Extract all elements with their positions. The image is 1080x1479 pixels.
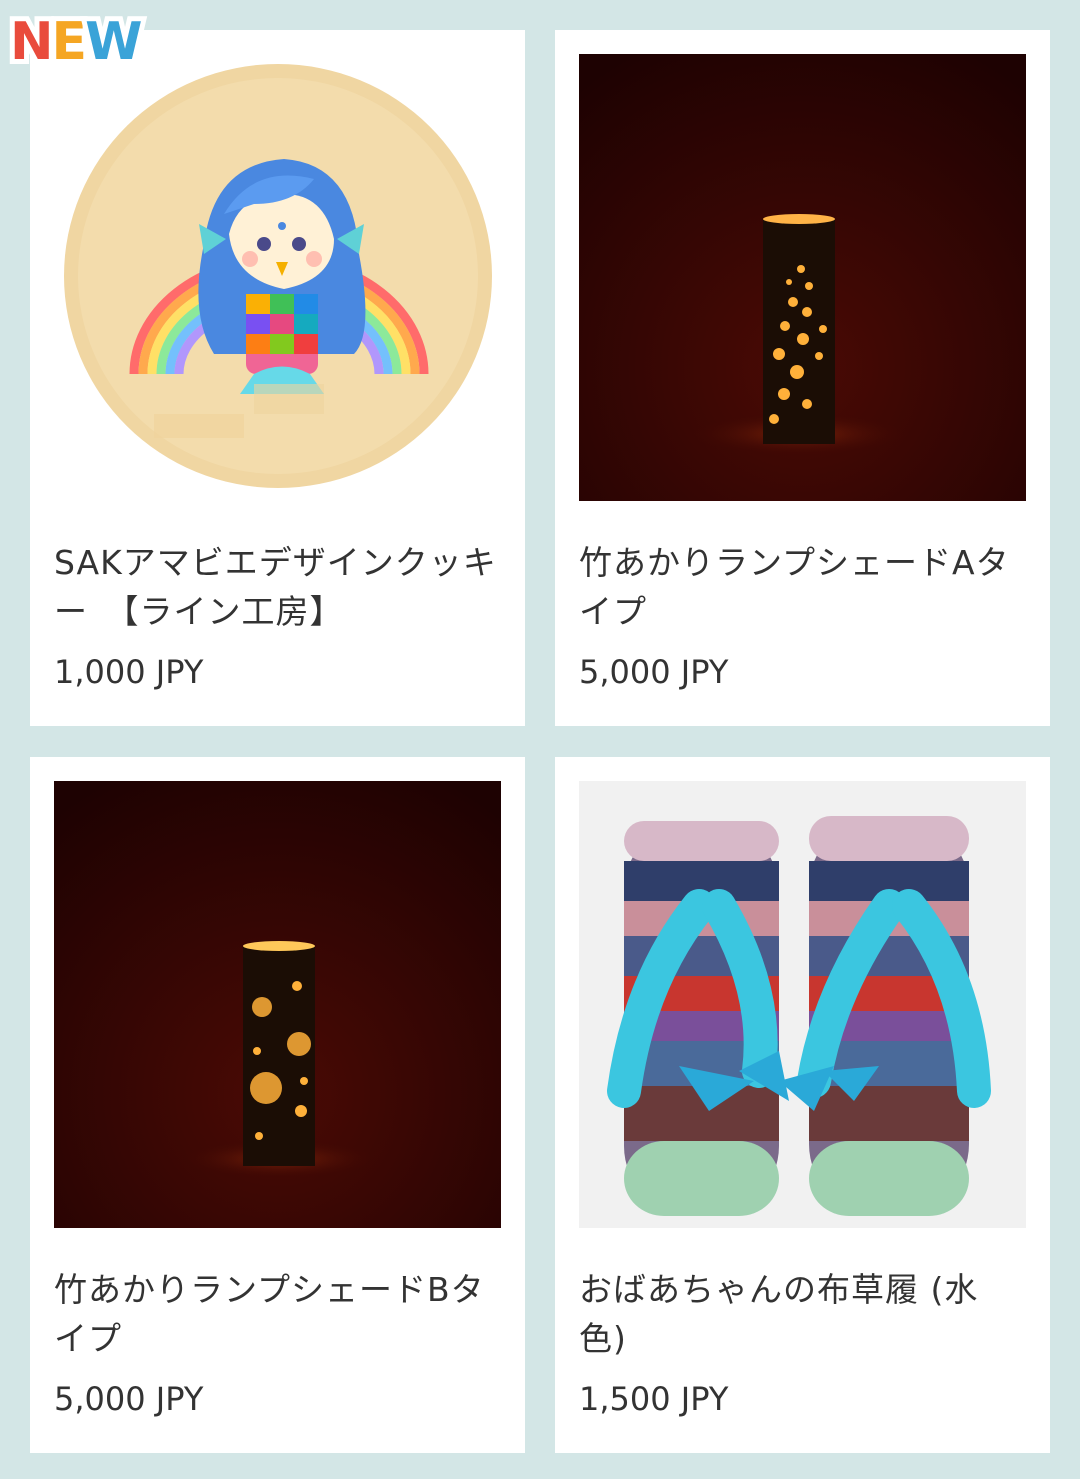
product-card[interactable]: 竹あかりランプシェードBタイプ 5,000 JPY (30, 757, 525, 1453)
product-title[interactable]: SAKアマビエデザインクッキー 【ライン工房】 (54, 538, 501, 636)
bamboo-lamp-b-photo (54, 781, 501, 1228)
new-badge-letter: W (80, 7, 147, 77)
bamboo-lamp-a-photo (579, 54, 1026, 501)
new-badge: NEW (5, 7, 160, 77)
new-badge-letter: E (47, 7, 92, 77)
product-title[interactable]: 竹あかりランプシェードBタイプ (54, 1265, 501, 1363)
amabie-cookie-illustration (54, 54, 501, 501)
product-image-bamboo-lamp-a[interactable] (579, 54, 1026, 501)
product-image-bamboo-lamp-b[interactable] (54, 781, 501, 1228)
product-image-amabie-cookie[interactable] (54, 54, 501, 501)
product-title[interactable]: おばあちゃんの布草履 (水色) (579, 1265, 1026, 1363)
product-title[interactable]: 竹あかりランプシェードAタイプ (579, 538, 1026, 636)
product-price: 1,500 JPY (579, 1380, 729, 1418)
product-card[interactable]: おばあちゃんの布草履 (水色) 1,500 JPY (555, 757, 1050, 1453)
product-card[interactable]: 竹あかりランプシェードAタイプ 5,000 JPY (555, 30, 1050, 726)
product-price: 5,000 JPY (54, 1380, 204, 1418)
cloth-sandals-photo (579, 781, 1026, 1228)
product-image-cloth-sandals[interactable] (579, 781, 1026, 1228)
product-price: 5,000 JPY (579, 653, 729, 691)
product-price: 1,000 JPY (54, 653, 204, 691)
product-grid: NEW SAKアマビエデザインクッキー 【ライン工房】 1,000 JPY 竹あ… (0, 0, 1080, 1479)
new-badge-letter: N (5, 7, 58, 77)
product-card[interactable]: SAKアマビエデザインクッキー 【ライン工房】 1,000 JPY (30, 30, 525, 726)
